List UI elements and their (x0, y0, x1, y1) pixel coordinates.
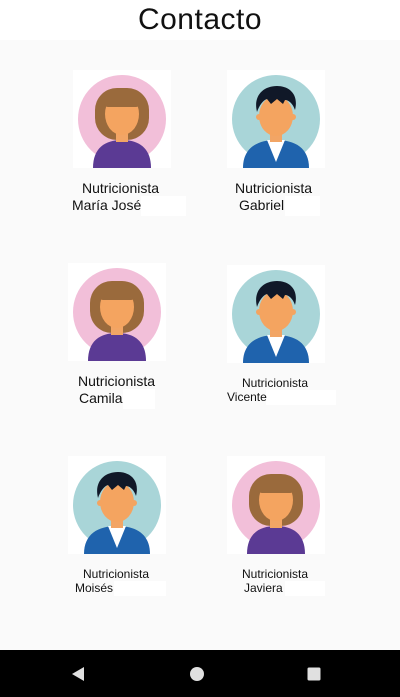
contact-role: Nutricionista (82, 180, 160, 196)
contact-name: Javiera (244, 581, 283, 595)
female-avatar-icon[interactable] (73, 70, 171, 168)
contact-role: Nutricionista (78, 373, 156, 389)
contact-name: María José (72, 197, 142, 213)
contact-name: Camila (79, 390, 123, 406)
male-avatar-icon[interactable] (227, 70, 325, 168)
contact-name: Moisés (75, 581, 114, 595)
contact-role: Nutricionista (83, 567, 150, 581)
female-avatar-icon[interactable] (68, 263, 166, 361)
page-title: Contacto (137, 3, 263, 36)
female-avatar-icon[interactable] (227, 456, 325, 554)
male-avatar-icon[interactable] (227, 265, 325, 363)
app-header: Contacto (0, 0, 400, 40)
back-triangle-icon[interactable] (48, 650, 108, 697)
home-circle-icon[interactable] (167, 650, 227, 697)
contact-role: Nutricionista (235, 180, 313, 196)
contact-role: Nutricionista (242, 376, 309, 390)
contact-role: Nutricionista (242, 567, 309, 581)
male-avatar-icon[interactable] (68, 456, 166, 554)
navigation-bar (0, 650, 400, 697)
recents-square-icon[interactable] (284, 650, 344, 697)
contact-name: Vicente (227, 390, 267, 404)
contact-name: Gabriel (239, 197, 285, 213)
